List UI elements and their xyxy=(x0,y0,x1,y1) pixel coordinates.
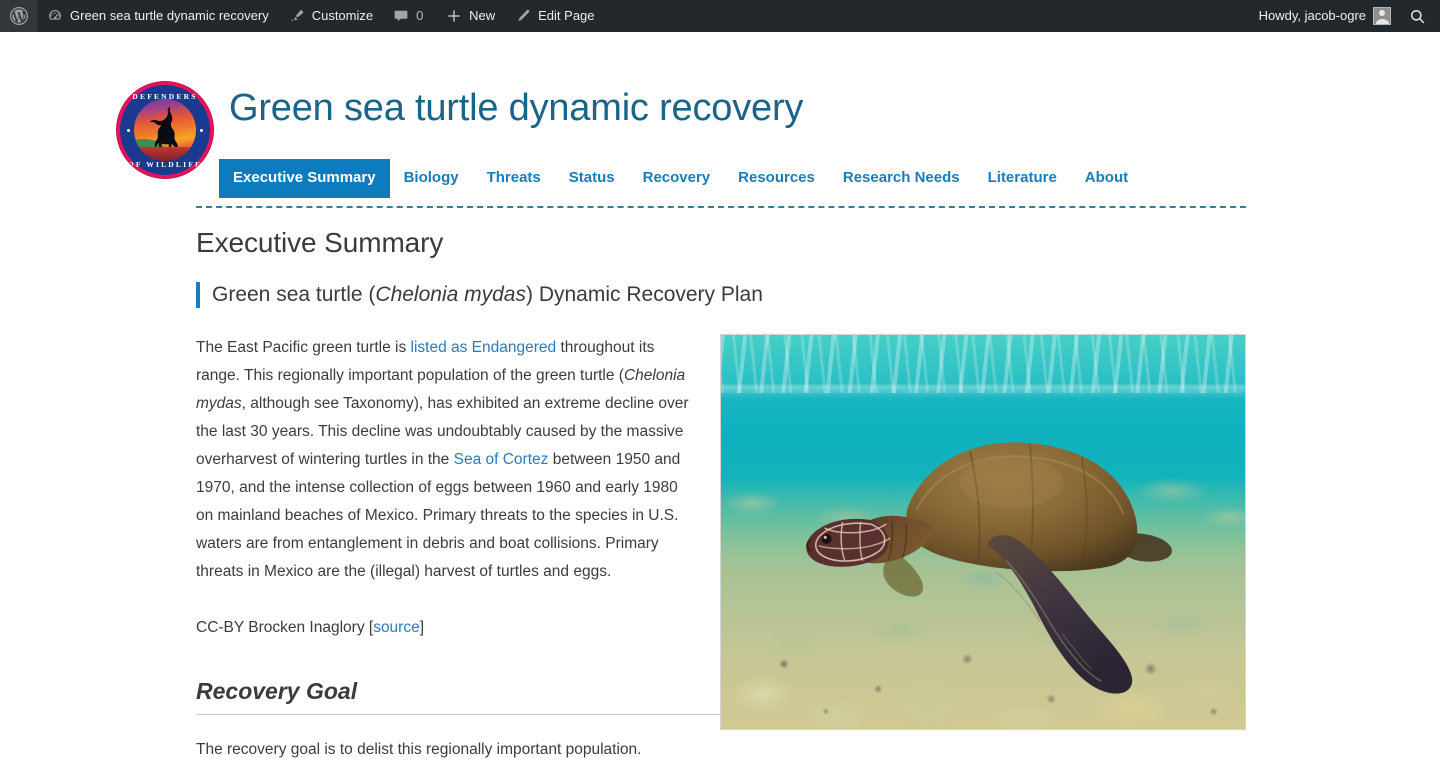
edit-page-button[interactable]: Edit Page xyxy=(505,0,604,32)
p1-text-d: between 1950 and 1970, and the intense c… xyxy=(196,451,681,580)
wordpress-logo-icon xyxy=(9,6,29,26)
howling-wolf-icon xyxy=(146,106,188,152)
page-container: DEFENDERS OF WILDLIFE Green sea turtle d… xyxy=(0,32,1440,758)
dashboard-gauge-icon xyxy=(47,8,63,24)
recovery-goal-text: The recovery goal is to delist this regi… xyxy=(196,741,642,758)
pencil-icon xyxy=(515,8,531,24)
comment-bubble-icon xyxy=(393,8,409,24)
site-name-menu[interactable]: Green sea turtle dynamic recovery xyxy=(37,0,279,32)
page-title: Executive Summary xyxy=(196,227,444,258)
turtle-photo xyxy=(721,335,1245,729)
page-subtitle: Green sea turtle (Chelonia mydas) Dynami… xyxy=(196,282,1246,308)
comment-count: 0 xyxy=(416,8,424,23)
link-listed-as-endangered[interactable]: listed as Endangered xyxy=(411,339,557,356)
site-name-label: Green sea turtle dynamic recovery xyxy=(70,8,269,23)
summary-columns: The East Pacific green turtle is listed … xyxy=(196,334,1246,730)
credit-pre: CC-BY Brocken Inaglory [ xyxy=(196,619,374,636)
wp-admin-bar: Green sea turtle dynamic recovery Custom… xyxy=(0,0,1440,32)
search-icon xyxy=(1409,8,1426,25)
logo-text-top: DEFENDERS xyxy=(132,92,198,101)
credit-post: ] xyxy=(419,619,425,636)
greeting-label: Howdy, jacob-ogre xyxy=(1258,8,1366,23)
wordpress-menu-button[interactable] xyxy=(0,0,37,32)
defenders-of-wildlife-logo[interactable]: DEFENDERS OF WILDLIFE xyxy=(117,82,213,178)
p1-text-a: The East Pacific green turtle is xyxy=(196,339,411,356)
edit-page-label: Edit Page xyxy=(538,8,595,23)
plus-icon xyxy=(446,8,462,24)
adminbar-search-button[interactable] xyxy=(1401,0,1440,32)
link-source[interactable]: source xyxy=(373,619,420,636)
logo-ring: DEFENDERS OF WILDLIFE xyxy=(120,85,210,175)
logo-dot-right xyxy=(200,128,203,132)
comments-button[interactable]: 0 xyxy=(383,0,436,32)
subtitle-post: ) Dynamic Recovery Plan xyxy=(526,283,763,306)
paintbrush-icon xyxy=(289,8,305,24)
subtitle-pre: Green sea turtle ( xyxy=(212,283,376,306)
customize-button[interactable]: Customize xyxy=(279,0,383,32)
logo-sunset-scene xyxy=(134,99,196,161)
main-content: Executive Summary Green sea turtle (Chel… xyxy=(0,169,1440,764)
site-title[interactable]: Green sea turtle dynamic recovery xyxy=(229,87,803,131)
site-header: DEFENDERS OF WILDLIFE Green sea turtle d… xyxy=(0,32,1440,208)
subtitle-species: Chelonia mydas xyxy=(375,283,526,306)
avatar xyxy=(1373,7,1391,25)
image-credit: CC-BY Brocken Inaglory [source] xyxy=(196,614,692,642)
new-label: New xyxy=(469,8,496,23)
turtle-photo-figure xyxy=(720,334,1246,730)
customize-label: Customize xyxy=(311,8,374,23)
my-account-menu[interactable]: Howdy, jacob-ogre xyxy=(1249,0,1401,32)
new-content-button[interactable]: New xyxy=(436,0,505,32)
link-sea-of-cortez[interactable]: Sea of Cortez xyxy=(454,451,549,468)
green-sea-turtle-icon xyxy=(721,335,1245,729)
summary-paragraph: The East Pacific green turtle is listed … xyxy=(196,334,692,586)
logo-text-bottom: OF WILDLIFE xyxy=(127,160,203,169)
summary-text-column: The East Pacific green turtle is listed … xyxy=(196,334,692,642)
logo-dot-left xyxy=(127,128,130,132)
